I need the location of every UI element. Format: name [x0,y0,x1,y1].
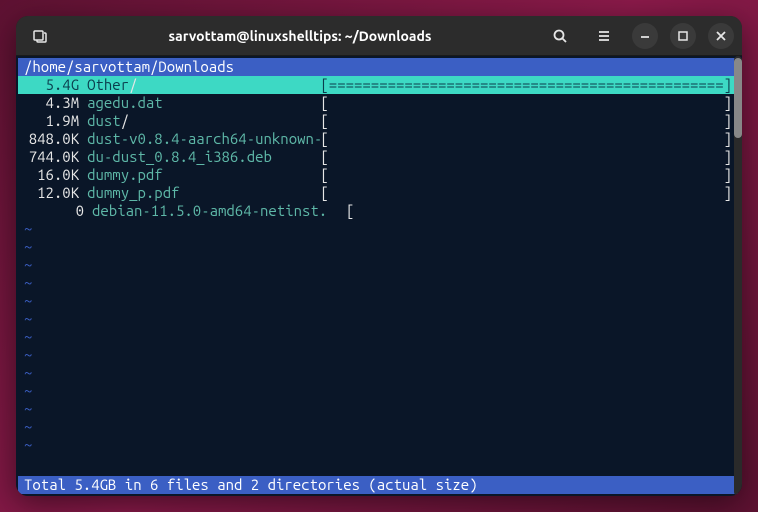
file-row[interactable]: 0debian-11.5.0-amd64-netinst.[ [18,202,738,220]
minimize-button[interactable] [632,23,658,49]
new-tab-button[interactable] [24,22,56,50]
file-size: 12.0K [24,184,79,202]
file-name: du-dust_0.8.4_i386.deb [79,148,320,166]
path-bar: /home/sarvottam/Downloads [18,58,738,76]
file-name: dust/ [79,112,320,130]
size-bar: [ ] [320,130,732,148]
size-bar: [ ] [320,184,732,202]
file-row[interactable]: 1.9Mdust/[ ] [18,112,738,130]
file-name: dust-v0.8.4-aarch64-unknown- [79,130,320,148]
file-size: 16.0K [24,166,79,184]
file-name: Other/ [79,76,320,94]
maximize-button[interactable] [670,23,696,49]
empty-line: ~ [18,346,738,364]
terminal-area[interactable]: /home/sarvottam/Downloads 5.4GOther/[===… [16,56,742,496]
window-title: sarvottam@linuxshelltips: ~/Downloads [64,28,536,44]
file-row[interactable]: 4.3Magedu.dat[ ] [18,94,738,112]
close-button[interactable] [708,23,734,49]
empty-line: ~ [18,418,738,436]
empty-line: ~ [18,382,738,400]
file-name: debian-11.5.0-amd64-netinst. [84,202,346,220]
scrollbar-track[interactable] [734,56,742,496]
file-size: 5.4G [24,76,79,94]
file-name: dummy.pdf [79,166,320,184]
file-size: 4.3M [24,94,79,112]
file-size: 0 [24,202,84,220]
file-row[interactable]: 5.4GOther/[=============================… [18,76,738,94]
empty-line: ~ [18,328,738,346]
scrollbar-thumb[interactable] [734,58,742,138]
terminal-window: sarvottam@linuxshelltips: ~/Downloads [16,16,742,496]
menu-button[interactable] [588,22,620,50]
titlebar: sarvottam@linuxshelltips: ~/Downloads [16,16,742,56]
file-size: 848.0K [24,130,79,148]
size-bar: [=======================================… [320,76,732,94]
size-bar: [ ] [320,94,732,112]
search-button[interactable] [544,22,576,50]
empty-line: ~ [18,400,738,418]
terminal-content: /home/sarvottam/Downloads 5.4GOther/[===… [16,56,742,496]
file-size: 744.0K [24,148,79,166]
file-name: dummy_p.pdf [79,184,320,202]
file-size: 1.9M [24,112,79,130]
empty-line: ~ [18,292,738,310]
size-bar: [ ] [320,166,732,184]
size-bar: [ [346,202,732,220]
empty-line: ~ [18,364,738,382]
empty-line: ~ [18,310,738,328]
size-bar: [ ] [320,148,732,166]
empty-line: ~ [18,256,738,274]
empty-line: ~ [18,274,738,292]
empty-line: ~ [18,238,738,256]
empty-area: ~~~~~~~~~~~~~ [18,220,738,454]
empty-line: ~ [18,220,738,238]
file-name: agedu.dat [79,94,320,112]
status-bar: Total 5.4GB in 6 files and 2 directories… [18,476,738,494]
file-row[interactable]: 12.0Kdummy_p.pdf[ ] [18,184,738,202]
file-row[interactable]: 848.0Kdust-v0.8.4-aarch64-unknown-[ ] [18,130,738,148]
empty-line: ~ [18,436,738,454]
titlebar-controls [544,22,734,50]
size-bar: [ ] [320,112,732,130]
file-list: 5.4GOther/[=============================… [18,76,738,220]
file-row[interactable]: 744.0Kdu-dust_0.8.4_i386.deb[ ] [18,148,738,166]
file-row[interactable]: 16.0Kdummy.pdf[ ] [18,166,738,184]
